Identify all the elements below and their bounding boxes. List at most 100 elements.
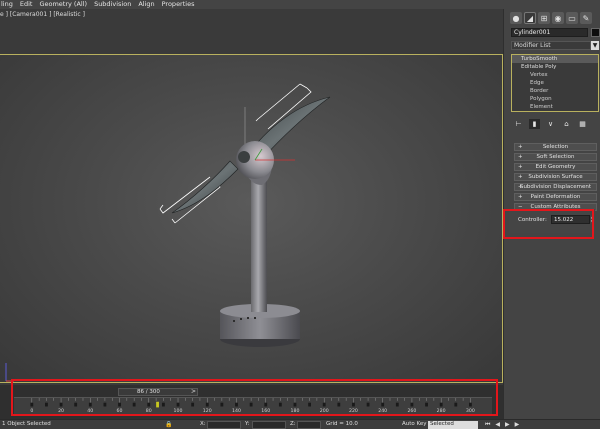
stack-item-turbosmooth[interactable]: TurboSmooth [512, 55, 598, 63]
show-end-result-icon[interactable]: ▮ [529, 119, 540, 129]
key-marker[interactable] [45, 402, 48, 407]
key-marker[interactable] [410, 402, 414, 407]
ruler-label: 260 [407, 408, 416, 414]
key-marker[interactable] [161, 402, 165, 407]
time-slider-label: 86 / 300 [137, 389, 160, 395]
y-coord-field[interactable] [252, 421, 286, 429]
controller-label: Controller: [518, 217, 547, 223]
create-icon[interactable]: ● [510, 12, 522, 24]
viewport[interactable]: e ] [Camera001 ] [Realistic ] [0, 9, 503, 385]
next-frame-icon[interactable]: ▶ [515, 421, 520, 429]
key-marker[interactable] [278, 402, 282, 407]
key-marker[interactable] [439, 402, 443, 407]
rollout-soft-selection[interactable]: + Soft Selection [514, 153, 597, 161]
key-marker[interactable] [147, 402, 151, 407]
key-marker[interactable] [352, 402, 355, 407]
pole-object[interactable] [251, 175, 267, 312]
key-marker[interactable] [381, 402, 385, 407]
key-marker[interactable] [249, 402, 253, 407]
key-marker[interactable] [74, 402, 78, 407]
key-marker[interactable] [191, 402, 195, 407]
chevron-down-icon[interactable]: ▼ [591, 41, 599, 50]
ruler-label: 280 [437, 408, 446, 414]
key-marker[interactable] [322, 402, 326, 407]
stack-item-polygon[interactable]: Polygon [512, 95, 598, 103]
key-marker[interactable] [366, 402, 370, 407]
key-marker[interactable] [118, 402, 121, 407]
key-marker[interactable] [469, 402, 472, 407]
axis-tripod [5, 363, 14, 382]
rollout-selection[interactable]: + Selection [514, 143, 597, 151]
blade-lower[interactable] [171, 160, 239, 214]
rollout-subdivision-surface[interactable]: + Subdivision Surface [514, 173, 597, 181]
make-unique-icon[interactable]: ∨ [545, 119, 556, 129]
hierarchy-icon[interactable]: ⊞ [538, 12, 550, 24]
rollout-label: Subdivision Displacement [519, 184, 592, 190]
play-icon[interactable]: ▶ [505, 421, 510, 429]
key-marker[interactable] [205, 402, 209, 407]
rollout-edit-geometry[interactable]: + Edit Geometry [514, 163, 597, 171]
rollouts: + Selection + Soft Selection + Edit Geometr… [514, 143, 597, 213]
menu-item-subdivision[interactable]: Subdivision [94, 0, 131, 9]
spinner-arrows-icon[interactable]: ▲ ▼ [591, 214, 595, 224]
pin-stack-icon[interactable]: ⊢ [513, 119, 524, 129]
object-color-swatch[interactable] [591, 28, 600, 37]
prev-frame-icon[interactable]: ◀ [495, 421, 500, 429]
stack-item-element[interactable]: Element [512, 103, 598, 111]
controller-spinner-field[interactable]: 15.022 [551, 215, 590, 224]
object-name-field[interactable]: Cylinder001 [511, 28, 588, 37]
key-marker[interactable] [103, 402, 107, 407]
rollout-label: Edit Geometry [535, 164, 576, 170]
stack-item-edge[interactable]: Edge [512, 79, 598, 87]
ruler-label: 120 [203, 408, 212, 414]
menu-item-rendering[interactable]: ling [1, 0, 13, 9]
key-marker[interactable] [454, 402, 458, 407]
key-marker[interactable] [88, 402, 92, 407]
track-bar[interactable]: 0 20 40 60 80 100 120 140 160 180 200 220 240 260 280 3… [14, 397, 492, 414]
panel-tabs: ● ◢ ⊞ ◉ ▭ ✎ [510, 12, 592, 24]
stack-item-border[interactable]: Border [512, 87, 598, 95]
key-marker[interactable] [30, 402, 34, 407]
rollout-paint-deformation[interactable]: + Paint Deformation [514, 193, 597, 201]
auto-key-button[interactable]: Auto Key [402, 421, 427, 427]
modifier-stack[interactable]: TurboSmooth Editable Poly Vertex Edge Bo… [511, 54, 599, 112]
key-marker[interactable] [132, 402, 136, 407]
key-marker[interactable] [176, 402, 180, 407]
rollout-subdivision-displacement[interactable]: + Subdivision Displacement [514, 183, 597, 191]
stack-item-editable-poly[interactable]: Editable Poly [512, 63, 598, 71]
menu-item-properties[interactable]: Properties [162, 0, 195, 9]
menu-item-edit[interactable]: Edit [20, 0, 33, 9]
utilities-icon[interactable]: ✎ [580, 12, 592, 24]
modifier-list-dropdown[interactable]: Modifier List [511, 41, 591, 50]
motion-icon[interactable]: ◉ [552, 12, 564, 24]
menu-item-align[interactable]: Align [138, 0, 154, 9]
menu-item-geometry[interactable]: Geometry (All) [39, 0, 87, 9]
lock-icon[interactable]: 🔒 [165, 421, 172, 428]
menu-bar: ling Edit Geometry (All) Subdivision Ali… [0, 0, 600, 9]
key-marker[interactable] [235, 402, 238, 407]
hub-cap [238, 151, 250, 163]
configure-sets-icon[interactable]: ▦ [577, 119, 588, 129]
command-panel: ● ◢ ⊞ ◉ ▭ ✎ Cylinder001 Modifier List ▼ … [503, 9, 600, 419]
display-icon[interactable]: ▭ [566, 12, 578, 24]
scene-render[interactable] [0, 9, 503, 385]
modify-icon[interactable]: ◢ [524, 12, 536, 24]
remove-modifier-icon[interactable]: ⌂ [561, 119, 572, 129]
stack-item-vertex[interactable]: Vertex [512, 71, 598, 79]
x-coord-field[interactable] [207, 421, 241, 429]
key-mode-dropdown[interactable]: Selected [428, 421, 478, 429]
z-coord-field[interactable] [297, 421, 321, 429]
go-to-start-icon[interactable]: ⏮ [485, 421, 490, 429]
key-marker[interactable] [337, 402, 341, 407]
key-marker[interactable] [264, 402, 268, 407]
key-marker[interactable] [220, 402, 224, 407]
key-marker[interactable] [59, 402, 63, 407]
current-frame-marker[interactable] [156, 401, 159, 408]
key-marker[interactable] [308, 402, 312, 407]
key-marker[interactable] [293, 402, 297, 407]
key-marker[interactable] [425, 402, 428, 407]
key-marker[interactable] [395, 402, 399, 407]
x-coord-label: X: [200, 421, 206, 427]
selection-brackets [159, 83, 312, 224]
time-slider-next[interactable]: > [191, 388, 196, 395]
